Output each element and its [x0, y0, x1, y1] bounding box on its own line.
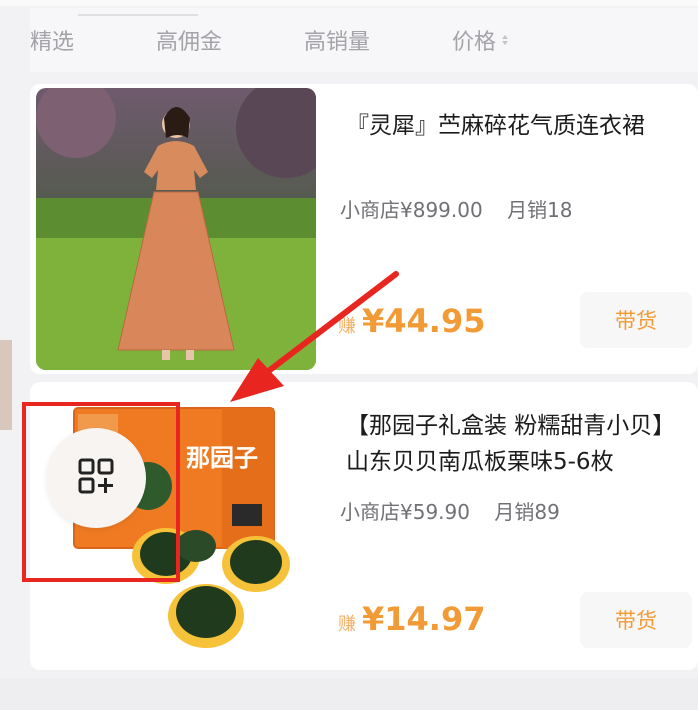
product-price: ¥899.00: [400, 198, 483, 222]
top-edge: [0, 0, 698, 6]
sort-tab-bar: 精选 高佣金 高销量 价格: [30, 8, 698, 72]
commission: 赚 ¥14.97: [338, 600, 485, 638]
earn-label: 赚: [338, 614, 356, 635]
active-tab-indicator: [78, 14, 198, 16]
shop-name: 小商店: [340, 500, 400, 524]
commission: 赚 ¥44.95: [338, 302, 485, 340]
product-card[interactable]: 『灵犀』苎麻碎花气质连衣裙 小商店¥899.00 月销18 赚 ¥44.95 带…: [30, 84, 698, 374]
shop-name: 小商店: [340, 198, 400, 222]
left-edge-preview: [0, 340, 12, 430]
tab-featured[interactable]: 精选: [30, 24, 74, 56]
product-title[interactable]: 【那园子礼盒装 粉糯甜青小贝】山东贝贝南瓜板栗味5-6枚: [346, 408, 691, 480]
tab-price[interactable]: 价格: [452, 24, 509, 56]
promote-button[interactable]: 带货: [580, 292, 692, 348]
earn-label: 赚: [338, 316, 356, 337]
product-meta: 小商店¥59.90 月销89: [340, 496, 578, 525]
promote-button[interactable]: 带货: [580, 592, 692, 648]
package-text: 那园子: [186, 444, 258, 472]
product-price: ¥59.90: [400, 500, 470, 524]
earn-amount: ¥14.97: [362, 600, 486, 638]
monthly-sales: 月销89: [494, 500, 560, 524]
sort-icon: [502, 35, 509, 45]
product-image-dress[interactable]: [36, 88, 316, 370]
tab-high-sales[interactable]: 高销量: [304, 24, 370, 56]
bottom-strip: [0, 678, 698, 710]
monthly-sales: 月销18: [507, 198, 573, 222]
product-meta: 小商店¥899.00 月销18: [340, 194, 591, 223]
earn-amount: ¥44.95: [362, 302, 486, 340]
product-title[interactable]: 『灵犀』苎麻碎花气质连衣裙: [346, 108, 691, 144]
highlight-box: [22, 402, 180, 582]
tab-high-commission[interactable]: 高佣金: [156, 24, 222, 56]
